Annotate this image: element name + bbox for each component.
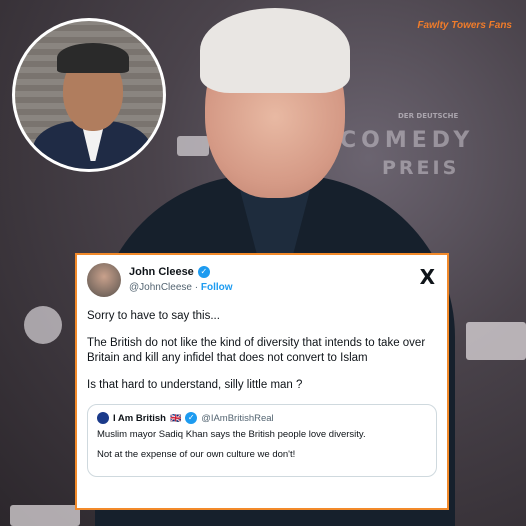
inset-hair xyxy=(57,43,129,73)
author-handle-row: @JohnCleese · Follow xyxy=(129,282,233,293)
author-name-row: John Cleese ✓ xyxy=(129,266,210,278)
tweet-paragraph: Is that hard to understand, silly little… xyxy=(87,378,303,391)
author-name[interactable]: John Cleese xyxy=(129,266,194,278)
tweet-paragraph: The British do not like the kind of dive… xyxy=(87,336,426,365)
author-avatar[interactable] xyxy=(87,263,121,297)
quoted-author-name: I Am British xyxy=(113,412,166,424)
tweet-body: Sorry to have to say this... The British… xyxy=(87,309,437,393)
backdrop-logo-mark xyxy=(177,136,209,156)
quoted-tweet-header: I Am British 🇬🇧 ✓ @IAmBritishReal xyxy=(97,412,427,425)
man-hair xyxy=(200,8,350,93)
verified-badge-icon: ✓ xyxy=(197,266,210,278)
quoted-author-handle: @IAmBritishReal xyxy=(201,412,274,424)
watermark: Fawlty Towers Fans xyxy=(417,20,512,31)
backdrop-logo-mark xyxy=(24,306,62,344)
quoted-author-avatar xyxy=(97,412,109,425)
tweet-card: John Cleese ✓ @JohnCleese · Follow X Sor… xyxy=(75,253,449,510)
quoted-paragraph: Muslim mayor Sadiq Khan says the British… xyxy=(97,429,366,441)
x-logo-icon[interactable]: X xyxy=(420,265,435,289)
quoted-tweet[interactable]: I Am British 🇬🇧 ✓ @IAmBritishReal Muslim… xyxy=(87,404,437,478)
follow-button[interactable]: Follow xyxy=(201,282,233,293)
backdrop-preis-text: PREIS xyxy=(382,157,460,179)
tweet-paragraph: Sorry to have to say this... xyxy=(87,310,220,322)
uk-flag-icon: 🇬🇧 xyxy=(169,412,182,423)
inset-portrait xyxy=(12,18,166,172)
backdrop-caption: DER DEUTSCHE xyxy=(398,112,459,120)
quoted-paragraph: Not at the expense of our own culture we… xyxy=(97,449,296,461)
backdrop-logo-mark xyxy=(466,322,526,360)
backdrop-logo-mark xyxy=(10,505,80,526)
author-handle[interactable]: @JohnCleese xyxy=(129,282,192,293)
quoted-verified-badge-icon: ✓ xyxy=(185,412,198,425)
handle-separator: · xyxy=(194,282,199,293)
tweet-header: John Cleese ✓ @JohnCleese · Follow X xyxy=(87,263,437,299)
backdrop-comedy-text: COMEDY xyxy=(340,128,475,153)
